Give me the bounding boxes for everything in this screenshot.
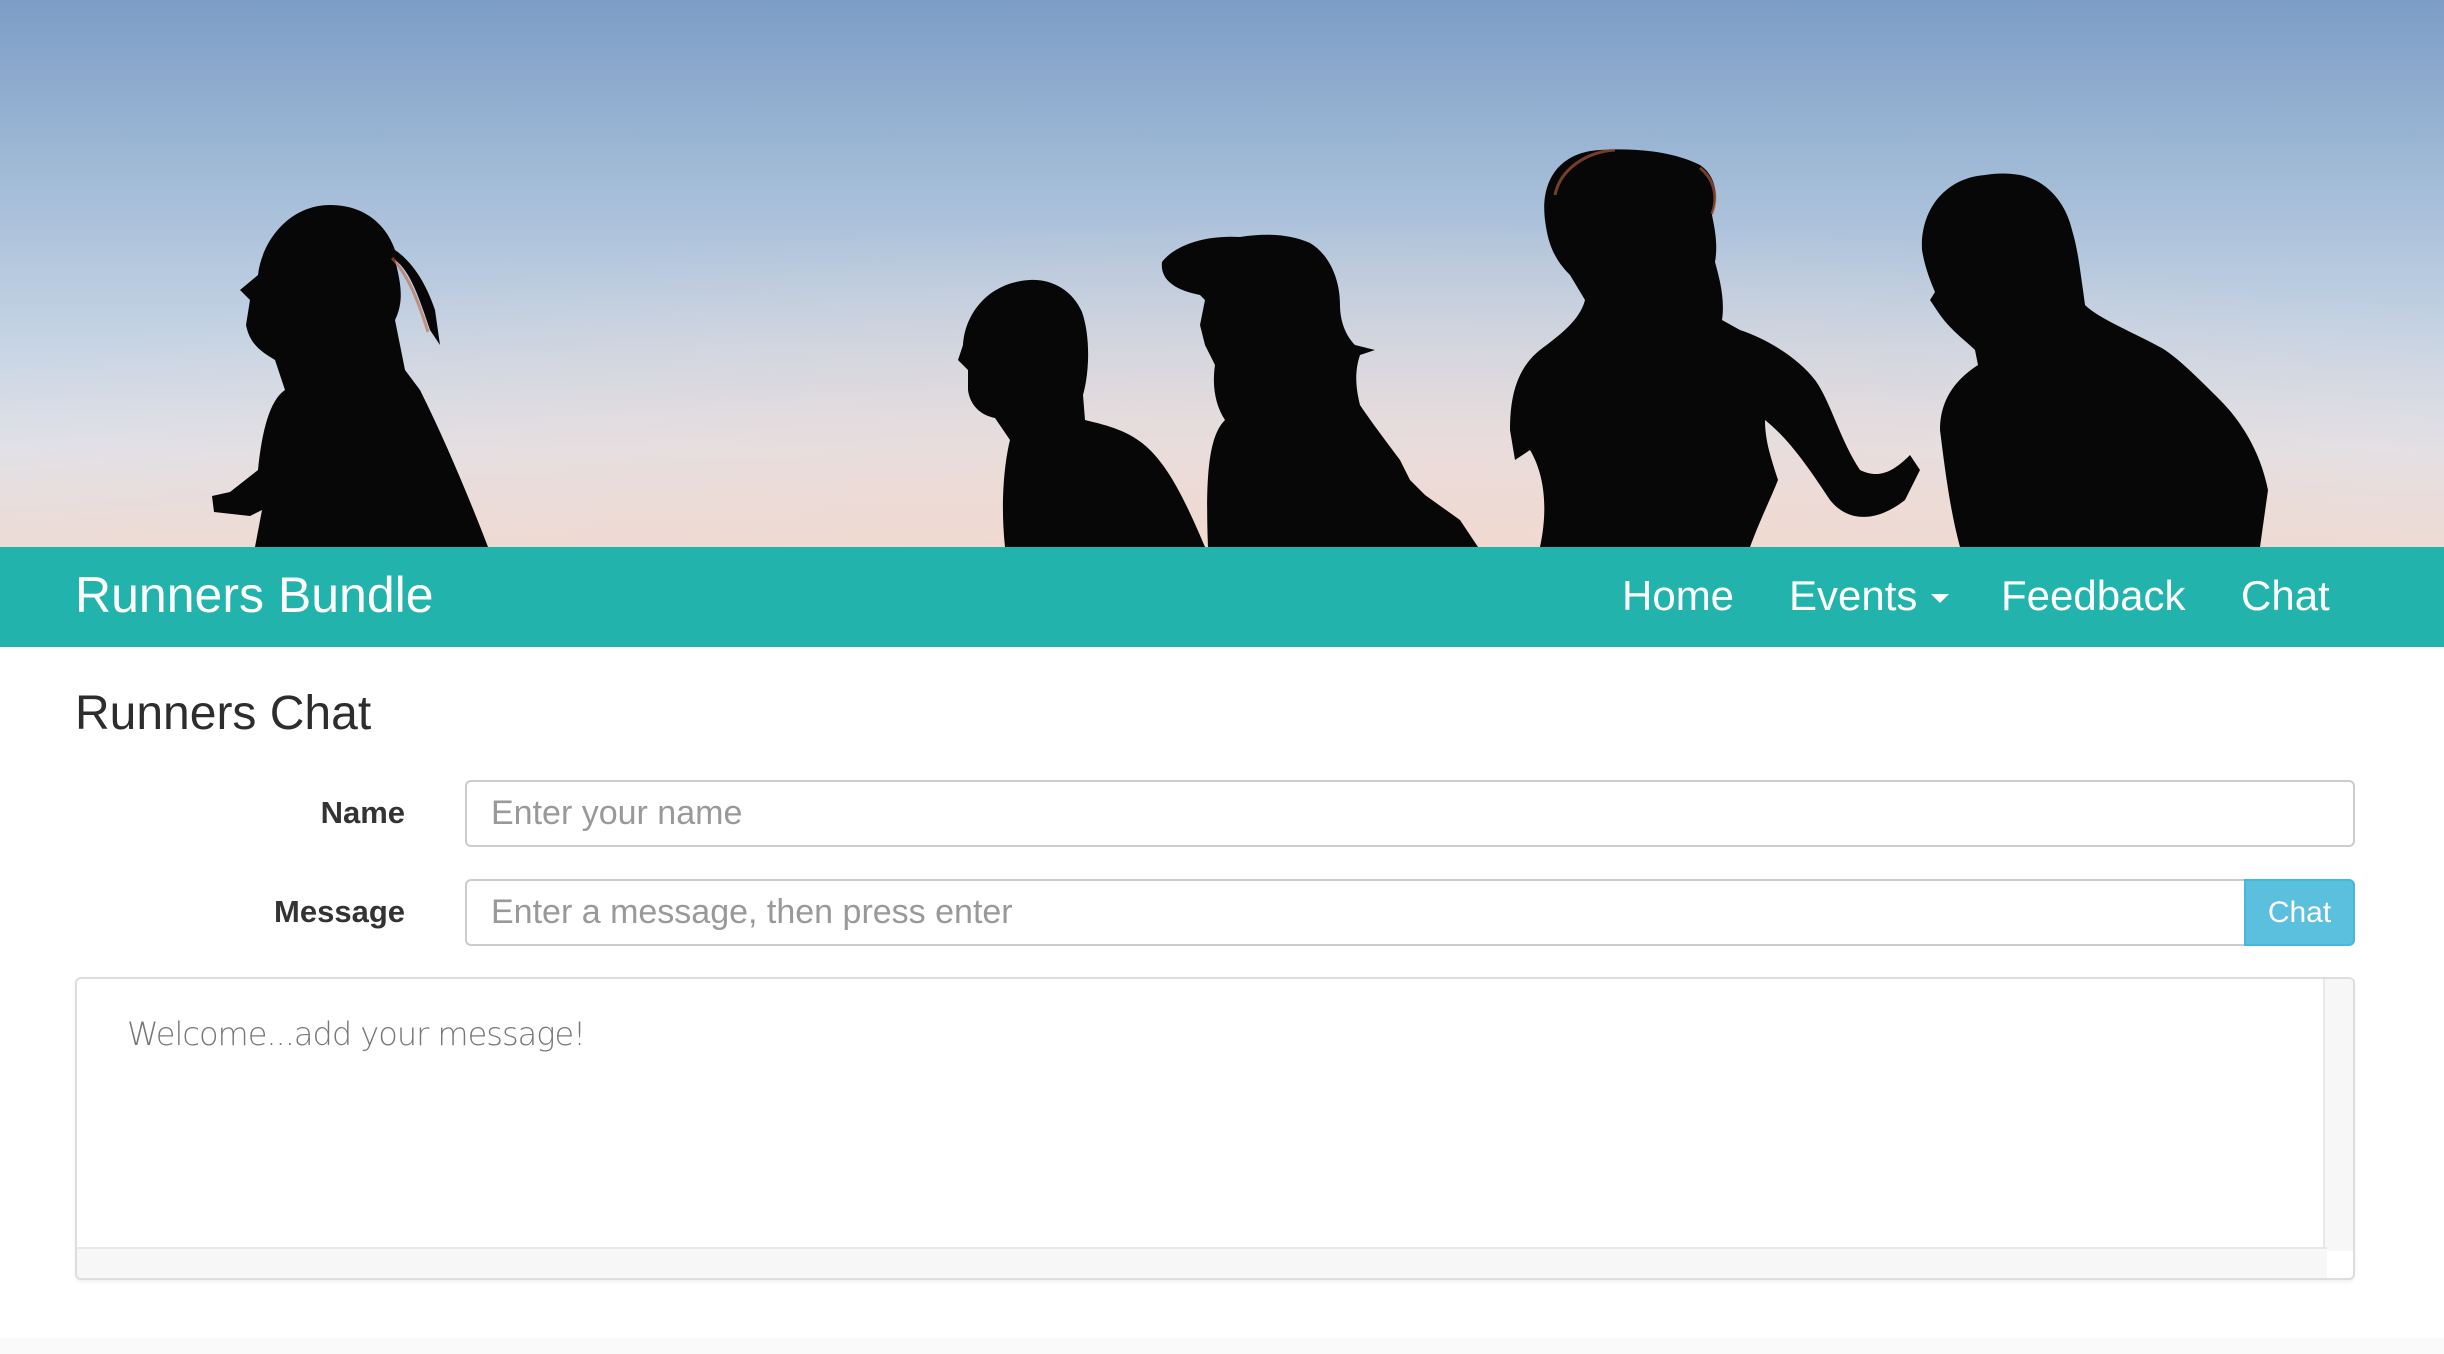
hero-banner bbox=[0, 0, 2444, 547]
nav-home[interactable]: Home bbox=[1622, 569, 1734, 623]
caret-down-icon bbox=[1931, 594, 1950, 604]
horizontal-scrollbar[interactable] bbox=[77, 1247, 2327, 1278]
vertical-scrollbar[interactable] bbox=[2323, 979, 2353, 1251]
message-label: Message bbox=[274, 894, 405, 929]
runners-silhouette-image bbox=[0, 0, 2444, 547]
message-input[interactable] bbox=[465, 879, 2246, 946]
name-input[interactable] bbox=[465, 780, 2355, 847]
nav-events[interactable]: Events bbox=[1789, 569, 1950, 623]
nav-events-label: Events bbox=[1789, 572, 1918, 619]
chat-log-panel[interactable]: Welcome...add your message! bbox=[75, 977, 2355, 1280]
nav-chat[interactable]: Chat bbox=[2241, 569, 2330, 623]
nav-feedback[interactable]: Feedback bbox=[2001, 569, 2185, 623]
page-title: Runners Chat bbox=[75, 687, 372, 740]
chat-welcome-message: Welcome...add your message! bbox=[127, 1015, 586, 1053]
name-label: Name bbox=[320, 795, 405, 830]
navbar: Runners Bundle Home Events Feedback Chat bbox=[0, 547, 2444, 647]
brand-link[interactable]: Runners Bundle bbox=[75, 565, 434, 625]
chat-submit-button[interactable]: Chat bbox=[2244, 879, 2355, 946]
page: Runners Bundle Home Events Feedback Chat… bbox=[0, 0, 2444, 1354]
footer-strip bbox=[0, 1338, 2444, 1354]
